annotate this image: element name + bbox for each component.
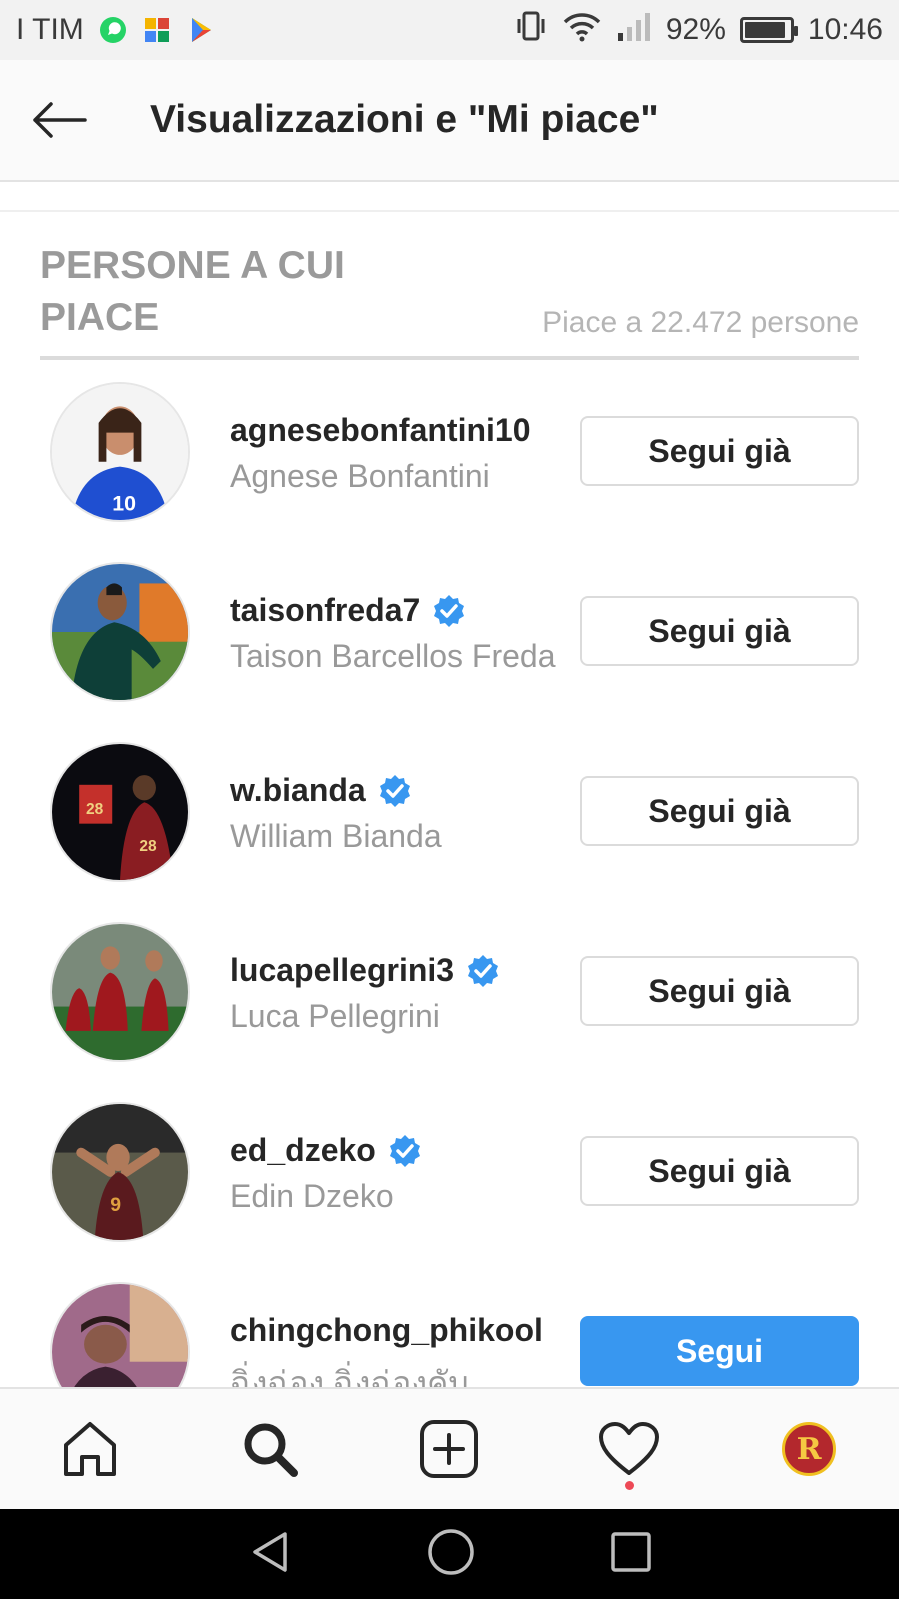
divider (0, 210, 899, 212)
username-text: agnesebonfantini10 (230, 412, 531, 448)
following-button[interactable]: Segui già (580, 776, 859, 846)
username[interactable]: lucapellegrini3 (230, 952, 500, 989)
username-text: ed_dzeko (230, 1132, 376, 1168)
username[interactable]: agnesebonfantini10 (230, 412, 531, 449)
home-icon (63, 1422, 116, 1476)
svg-text:9: 9 (110, 1194, 121, 1216)
username-text: w.bianda (230, 772, 366, 808)
following-button[interactable]: Segui già (580, 416, 859, 486)
list-item[interactable]: lucapellegrini3 Luca Pellegrini Segui gi… (0, 918, 899, 1098)
clock: 10:46 (807, 13, 883, 46)
page-title: Visualizzazioni e "Mi piace" (150, 98, 659, 141)
list-item[interactable]: taisonfreda7 Taison Barcellos Freda Segu… (0, 558, 899, 738)
app-header: Visualizzazioni e "Mi piace" (0, 60, 899, 182)
nav-search[interactable] (225, 1404, 315, 1494)
likes-count: Piace a 22.472 persone (542, 306, 859, 339)
full-name: Luca Pellegrini (230, 998, 440, 1034)
avatar[interactable]: 10 (50, 382, 190, 522)
battery-fill (744, 22, 786, 38)
signal-icon (616, 11, 652, 49)
full-name: Taison Barcellos Freda (230, 638, 556, 674)
vibrate-icon (514, 9, 548, 51)
recents-square-icon (611, 1531, 651, 1572)
username[interactable]: taisonfreda7 (230, 592, 466, 629)
notification-dot (625, 1481, 635, 1490)
following-button[interactable]: Segui già (580, 1136, 859, 1206)
activity-heart-icon (599, 1422, 660, 1475)
search-icon (244, 1423, 298, 1477)
back-button[interactable] (0, 59, 118, 181)
full-name: Edin Dzeko (230, 1178, 394, 1214)
battery-percent: 92% (665, 13, 726, 46)
list-item[interactable]: 9 ed_dzeko Edin Dzeko Segui già (0, 1098, 899, 1278)
verified-badge-icon (388, 1134, 422, 1168)
play-store-icon (186, 15, 216, 45)
verified-badge-icon (432, 594, 466, 628)
full-name: William Bianda (230, 818, 442, 854)
list-item[interactable]: 10 agnesebonfantini10 Agnese Bonfantini … (0, 378, 899, 558)
system-back-button[interactable] (247, 1529, 293, 1580)
arrow-left-icon (33, 102, 87, 138)
nav-activity[interactable] (584, 1404, 674, 1494)
bottom-navigation: R (0, 1387, 899, 1509)
likers-list: 10 agnesebonfantini10 Agnese Bonfantini … (0, 378, 899, 1458)
home-circle-icon (428, 1528, 475, 1575)
nav-profile[interactable]: R (764, 1404, 854, 1494)
profile-avatar: R (782, 1422, 837, 1476)
svg-text:28: 28 (86, 801, 104, 818)
section-divider (40, 356, 859, 360)
username[interactable]: chingchong_phikool (230, 1312, 543, 1349)
avatar[interactable]: 28 28 (50, 742, 190, 882)
following-button[interactable]: Segui già (580, 596, 859, 666)
profile-avatar-letter: R (796, 1431, 822, 1467)
system-home-button[interactable] (426, 1527, 476, 1582)
username-text: lucapellegrini3 (230, 952, 455, 988)
whatsapp-icon (98, 15, 128, 45)
nav-home[interactable] (45, 1404, 135, 1494)
avatar[interactable] (50, 562, 190, 702)
system-recents-button[interactable] (610, 1531, 652, 1578)
carrier-label: I TIM (16, 13, 84, 46)
username-text: chingchong_phikool (230, 1312, 543, 1348)
verified-badge-icon (466, 954, 500, 988)
svg-text:10: 10 (112, 491, 136, 515)
system-navigation (0, 1509, 899, 1599)
follow-button[interactable]: Segui (580, 1316, 859, 1386)
battery-icon (739, 17, 798, 43)
following-button[interactable]: Segui già (580, 956, 859, 1026)
username-text: taisonfreda7 (230, 592, 421, 628)
avatar[interactable]: 9 (50, 1102, 190, 1242)
username[interactable]: ed_dzeko (230, 1132, 422, 1169)
svg-text:28: 28 (139, 838, 157, 855)
full-name: Agnese Bonfantini (230, 458, 490, 494)
status-bar: I TIM 92% 10:46 (0, 0, 899, 60)
wifi-icon (562, 10, 602, 50)
puzzle-app-icon (142, 15, 172, 45)
new-post-icon (420, 1420, 479, 1478)
list-item[interactable]: 28 28 w.bianda William Bianda Segui già (0, 738, 899, 918)
nav-new-post[interactable] (404, 1404, 494, 1494)
username[interactable]: w.bianda (230, 772, 412, 809)
back-triangle-icon (253, 1531, 287, 1572)
avatar[interactable] (50, 922, 190, 1062)
verified-badge-icon (378, 774, 412, 808)
section-title: PERSONE A CUI PIACE (40, 244, 345, 339)
